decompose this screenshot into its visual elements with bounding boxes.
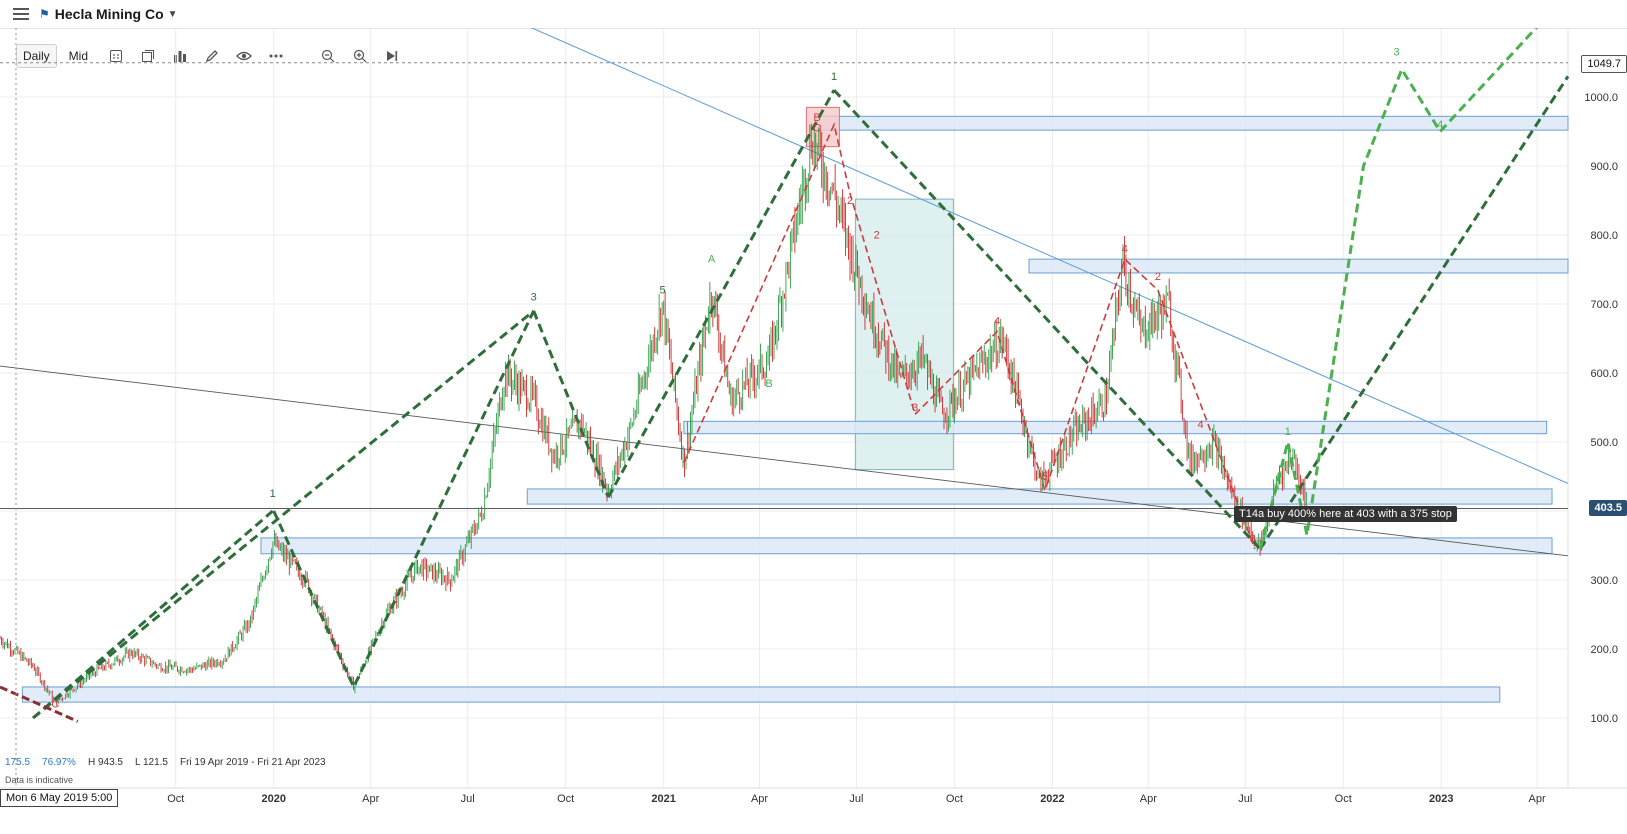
x-axis-band: [0, 788, 1627, 834]
x-tick-label: Jul: [461, 793, 475, 805]
wave-label: 2: [847, 195, 853, 207]
trade-annotation: T14a buy 400% here at 403 with a 375 sto…: [1234, 506, 1457, 522]
stat-high: H 943.5: [87, 757, 123, 768]
wave-label: 5: [660, 285, 666, 297]
y-tick-label: 500.0: [1590, 437, 1618, 449]
wave-label: A: [708, 254, 716, 266]
price-chart[interactable]: 100.0200.0300.0400.0500.0600.0700.0800.0…: [0, 28, 1627, 834]
wave-label: 5: [1042, 471, 1048, 483]
y-tick-label: 800.0: [1590, 230, 1618, 242]
x-tick-label: Jul: [1238, 793, 1252, 805]
y-tick-label: 100.0: [1590, 713, 1618, 725]
wave-label: 1: [831, 71, 837, 83]
wave-label: 4: [1197, 419, 1203, 431]
wave-label: 1: [1285, 426, 1291, 438]
projection-line: [1258, 28, 1539, 550]
wave-label: 1: [270, 488, 276, 500]
stat-percent: 76.97%: [42, 757, 76, 768]
x-tick-label: 2022: [1040, 793, 1064, 805]
chevron-down-icon[interactable]: ▼: [168, 9, 178, 20]
stat-low: L 121.5: [134, 757, 168, 768]
stats-bar: 175.5 76.97% H 943.5 L 121.5 Fri 19 Apr …: [5, 757, 326, 768]
wave-label: 2: [874, 229, 880, 241]
hamburger-menu-icon[interactable]: [13, 8, 29, 20]
elliott-wave-line: [32, 309, 535, 720]
stat-range: Fri 19 Apr 2019 - Fri 21 Apr 2023: [179, 757, 326, 768]
x-tick-label: Apr: [362, 793, 379, 805]
x-tick-label: Jul: [849, 793, 863, 805]
support-zone: [816, 115, 1569, 131]
support-zone: [683, 420, 1548, 435]
x-tick-label: 2020: [262, 793, 286, 805]
x-tick-label: 2021: [651, 793, 675, 805]
top-bar: ⚑ Hecla Mining Co ▼: [0, 0, 1627, 29]
wave-label: C: [813, 123, 821, 135]
wave-label: 2: [1155, 271, 1161, 283]
x-tick-label: 2023: [1429, 793, 1453, 805]
x-tick-label: Oct: [167, 793, 184, 805]
x-tick-label: Oct: [1335, 793, 1352, 805]
elliott-wave-line: [532, 310, 610, 498]
y-tick-label: 300.0: [1590, 575, 1618, 587]
support-zone: [1028, 258, 1569, 274]
support-zone: [260, 537, 1553, 555]
instrument-title[interactable]: Hecla Mining Co: [55, 6, 164, 22]
wave-label: 3: [912, 402, 918, 414]
support-zone: [526, 488, 1553, 505]
wave-label: 3: [1393, 47, 1399, 59]
y-tick-label: 200.0: [1590, 644, 1618, 656]
wave-label: C: [51, 699, 59, 711]
x-tick-label: Oct: [557, 793, 574, 805]
stat-last: 175.5: [5, 757, 31, 768]
wave-label: 3: [1250, 533, 1256, 545]
wave-label: B: [765, 378, 772, 390]
x-tick-label: Oct: [946, 793, 963, 805]
high-price-tag: 1049.7: [1581, 55, 1627, 73]
trendline-blue: [530, 28, 1569, 484]
trendline-black: [0, 365, 1569, 557]
cursor-date-label: Mon 6 May 2019 5:00: [0, 789, 119, 807]
current-price-tag: 403.5: [1589, 500, 1627, 516]
x-tick-label: Apr: [1529, 793, 1546, 805]
wave-label: 3: [531, 292, 537, 304]
y-tick-label: 700.0: [1590, 299, 1618, 311]
elliott-wave-line: [606, 89, 836, 498]
y-tick-label: 1000.0: [1584, 92, 1618, 104]
y-tick-label: 600.0: [1590, 368, 1618, 380]
wave-label: 4: [1122, 243, 1128, 255]
wave-label: 4: [1437, 119, 1443, 131]
wave-label: 4: [994, 316, 1000, 328]
elliott-wave-line: [1258, 75, 1570, 550]
support-zone: [21, 686, 1501, 703]
tag-icon: ⚑: [39, 7, 50, 21]
x-tick-label: Apr: [751, 793, 768, 805]
x-tick-label: Apr: [1140, 793, 1157, 805]
y-tick-label: 900.0: [1590, 161, 1618, 173]
elliott-wave-line: [272, 310, 536, 691]
disclaimer: Data is indicative: [5, 775, 74, 785]
